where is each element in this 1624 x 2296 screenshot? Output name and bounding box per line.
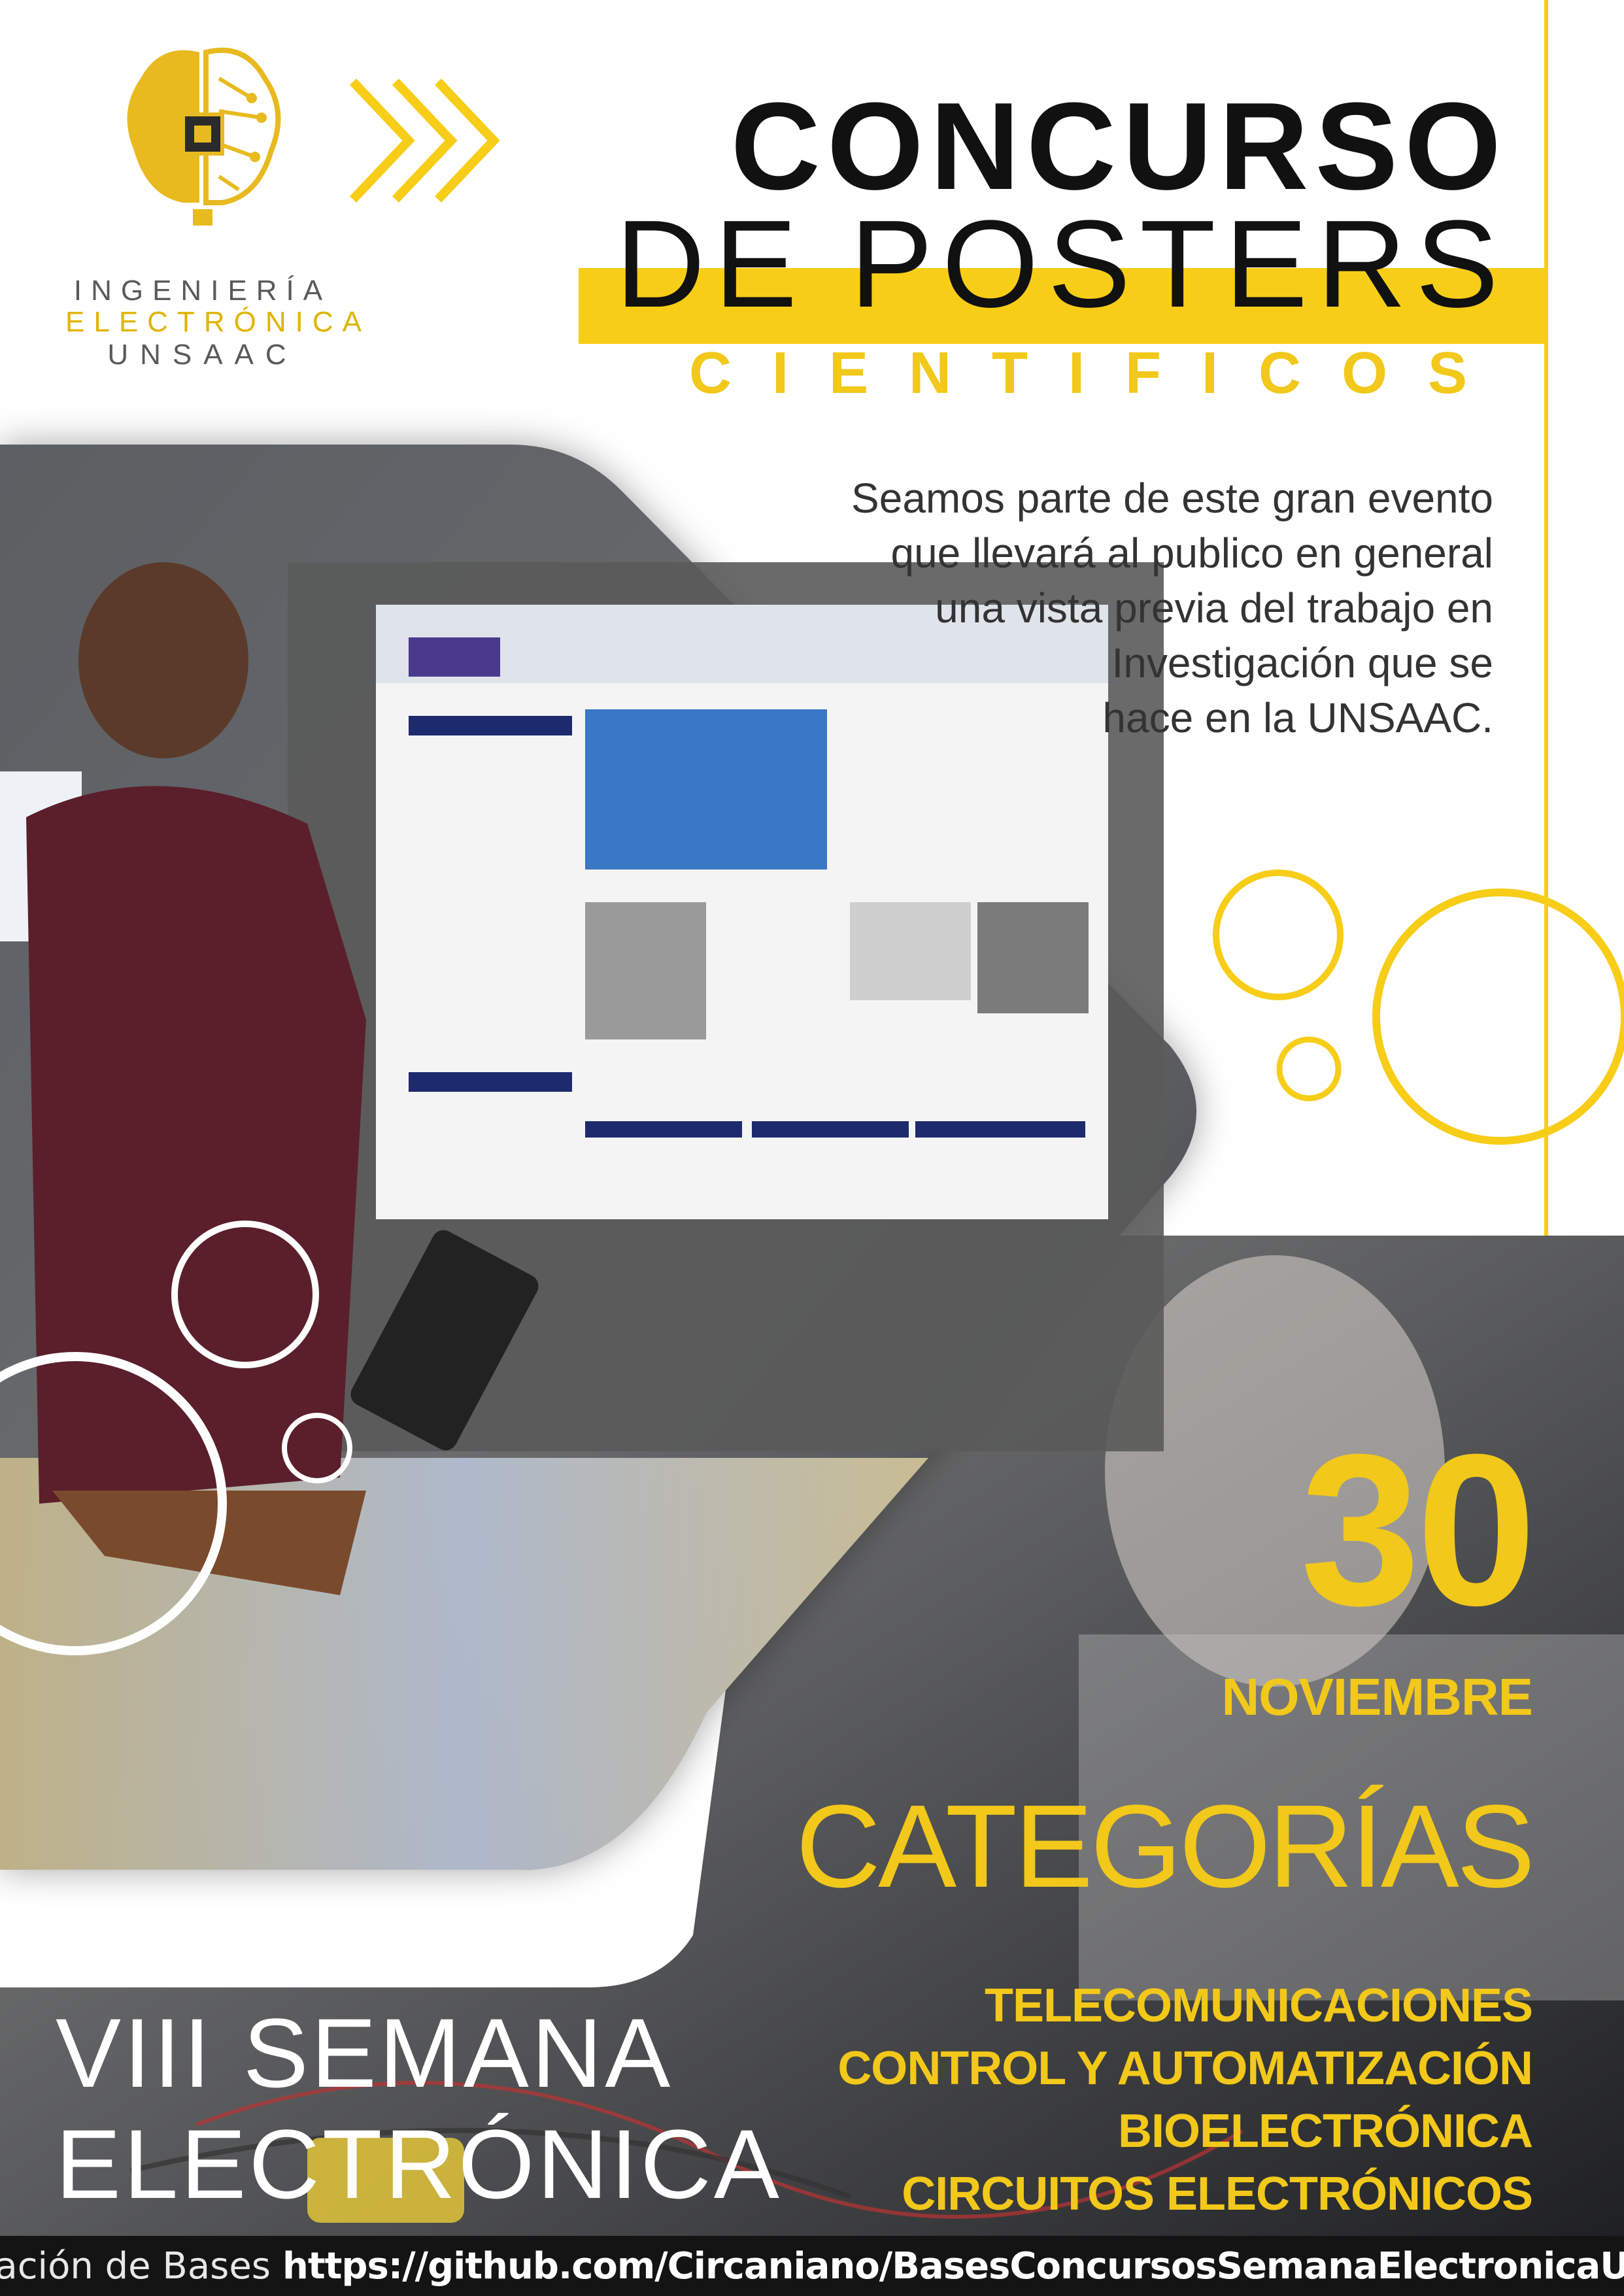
chevrons-right-icon — [349, 78, 500, 203]
logo-text-line1: INGENIERÍA — [73, 275, 332, 307]
category-list: TELECOMUNICACIONES CONTROL Y AUTOMATIZAC… — [837, 1974, 1533, 2225]
intro-line: que llevará al publico en general — [890, 530, 1493, 577]
category-item: TELECOMUNICACIONES — [984, 1980, 1533, 2032]
category-item: CONTROL Y AUTOMATIZACIÓN — [837, 2042, 1533, 2095]
footer-label: Presentación de Bases — [0, 2244, 271, 2288]
deco-circle — [1372, 888, 1624, 1145]
categories-heading: CATEGORÍAS — [796, 1781, 1535, 1912]
intro-line: hace en la UNSAAC. — [1102, 694, 1493, 741]
week-title-line1: VIII SEMANA — [56, 1998, 673, 2108]
intro-line: Investigación que se — [1111, 639, 1494, 686]
brain-chip-logo-icon — [127, 47, 281, 226]
title-line3: CIENTIFICOS — [688, 341, 1508, 406]
logo-text-line2: ELECTRÓNICA — [65, 306, 371, 338]
presenter-head — [78, 562, 248, 758]
category-item: CIRCUITOS ELECTRÓNICOS — [902, 2168, 1533, 2220]
logo-text-line3: UNSAAC — [107, 339, 298, 371]
intro-line: una vista previa del trabajo en — [935, 584, 1493, 632]
bases-link[interactable]: https://github.com/Circaniano/BasesConcu… — [282, 2245, 1624, 2288]
event-month: NOVIEMBRE — [1221, 1668, 1533, 1726]
footer-bar: Presentación de Bases https://github.com… — [0, 2236, 1624, 2296]
week-title-line2: ELECTRÓNICA — [56, 2109, 782, 2219]
intro-text: Seamos parte de este gran evento que lle… — [839, 471, 1493, 745]
deco-circle — [1213, 869, 1344, 1000]
vertical-accent-line — [1544, 0, 1548, 1236]
intro-line: Seamos parte de este gran evento — [851, 475, 1493, 522]
category-item: BIOELECTRÓNICA — [1118, 2105, 1533, 2157]
presenter-body — [26, 786, 366, 1504]
event-day: 30 — [1300, 1409, 1536, 1650]
deco-circle — [1276, 1036, 1342, 1102]
poster: INGENIERÍA ELECTRÓNICA UNSAAC CONCURSO D… — [0, 0, 1624, 2296]
title-line2: DE POSTERS — [615, 195, 1508, 333]
